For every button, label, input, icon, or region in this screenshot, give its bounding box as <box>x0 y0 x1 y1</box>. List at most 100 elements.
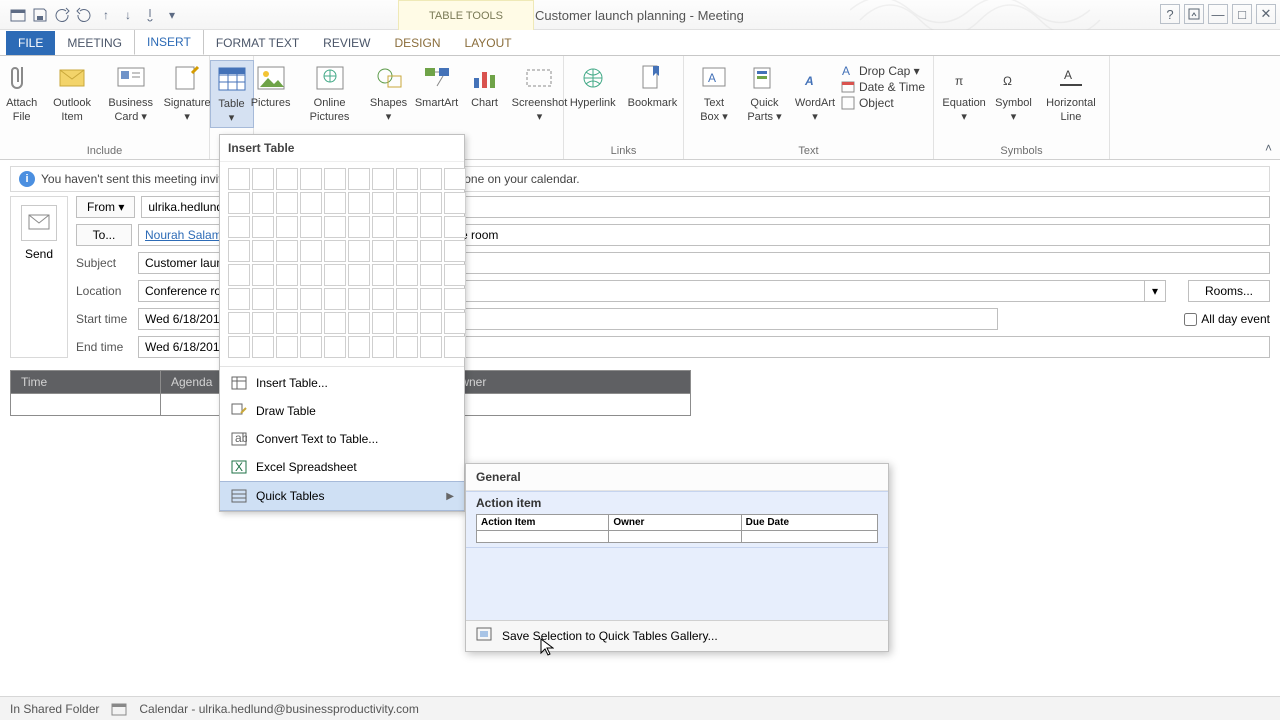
table-grid-picker[interactable] <box>220 162 464 364</box>
grid-cell[interactable] <box>228 216 250 238</box>
dropcap-button[interactable]: ADrop Cap ▾ <box>841 64 925 78</box>
insert-table-item[interactable]: Insert Table... <box>220 369 464 397</box>
grid-cell[interactable] <box>372 288 394 310</box>
qat-down-icon[interactable]: ↓ <box>120 7 136 23</box>
ribbon-options-icon[interactable] <box>1184 4 1204 24</box>
textbox-button[interactable]: AText Box ▾ <box>692 60 736 126</box>
grid-cell[interactable] <box>420 192 442 214</box>
grid-cell[interactable] <box>276 288 298 310</box>
qat-touch-icon[interactable] <box>142 7 158 23</box>
table-button[interactable]: Table ▾ <box>210 60 254 128</box>
grid-cell[interactable] <box>396 168 418 190</box>
from-button[interactable]: From ▾ <box>76 196 135 218</box>
grid-cell[interactable] <box>348 288 370 310</box>
grid-cell[interactable] <box>228 264 250 286</box>
qat-undo-icon[interactable] <box>54 7 70 23</box>
grid-cell[interactable] <box>396 288 418 310</box>
grid-cell[interactable] <box>444 312 466 334</box>
quick-table-preview[interactable]: Action item Action Item Owner Due Date <box>466 491 888 548</box>
grid-cell[interactable] <box>420 312 442 334</box>
tab-insert[interactable]: INSERT <box>134 29 204 55</box>
grid-cell[interactable] <box>348 216 370 238</box>
draw-table-item[interactable]: Draw Table <box>220 397 464 425</box>
quick-tables-item[interactable]: Quick Tables▶ <box>220 481 464 511</box>
wordart-button[interactable]: AWordArt ▾ <box>793 60 837 126</box>
grid-cell[interactable] <box>252 216 274 238</box>
grid-cell[interactable] <box>348 168 370 190</box>
attach-file-button[interactable]: Attach File <box>0 60 44 126</box>
qat-calendar-icon[interactable] <box>10 7 26 23</box>
grid-cell[interactable] <box>396 312 418 334</box>
screenshot-button[interactable]: Screenshot ▾ <box>511 60 569 126</box>
symbol-button[interactable]: ΩSymbol ▾ <box>992 60 1036 126</box>
chart-button[interactable]: Chart <box>463 60 507 112</box>
online-pictures-button[interactable]: Online Pictures <box>297 60 363 126</box>
equation-button[interactable]: πEquation ▾ <box>941 60 988 126</box>
grid-cell[interactable] <box>252 264 274 286</box>
grid-cell[interactable] <box>276 264 298 286</box>
grid-cell[interactable] <box>444 336 466 358</box>
grid-cell[interactable] <box>444 288 466 310</box>
save-to-gallery-item[interactable]: Save Selection to Quick Tables Gallery..… <box>466 620 888 651</box>
grid-cell[interactable] <box>348 336 370 358</box>
grid-cell[interactable] <box>420 240 442 262</box>
business-card-button[interactable]: Business Card ▾ <box>100 60 160 126</box>
all-day-checkbox[interactable] <box>1184 313 1197 326</box>
grid-cell[interactable] <box>396 192 418 214</box>
grid-cell[interactable] <box>300 312 322 334</box>
grid-cell[interactable] <box>348 240 370 262</box>
grid-cell[interactable] <box>324 216 346 238</box>
signature-button[interactable]: Signature ▾ <box>165 60 209 126</box>
pictures-button[interactable]: Pictures <box>249 60 293 112</box>
grid-cell[interactable] <box>372 216 394 238</box>
tab-review[interactable]: REVIEW <box>311 31 382 55</box>
hyperlink-button[interactable]: Hyperlink <box>566 60 620 112</box>
grid-cell[interactable] <box>300 168 322 190</box>
grid-cell[interactable] <box>252 336 274 358</box>
convert-text-item[interactable]: abConvert Text to Table... <box>220 425 464 453</box>
send-button[interactable] <box>21 205 57 241</box>
grid-cell[interactable] <box>252 168 274 190</box>
grid-cell[interactable] <box>444 240 466 262</box>
grid-cell[interactable] <box>372 192 394 214</box>
qat-up-icon[interactable]: ↑ <box>98 7 114 23</box>
tab-file[interactable]: FILE <box>6 31 55 55</box>
grid-cell[interactable] <box>420 264 442 286</box>
datetime-button[interactable]: Date & Time <box>841 80 925 94</box>
grid-cell[interactable] <box>300 240 322 262</box>
grid-cell[interactable] <box>396 216 418 238</box>
grid-cell[interactable] <box>420 168 442 190</box>
location-dropdown-icon[interactable]: ▾ <box>1144 280 1166 302</box>
grid-cell[interactable] <box>276 216 298 238</box>
maximize-icon[interactable]: □ <box>1232 4 1252 24</box>
grid-cell[interactable] <box>420 216 442 238</box>
grid-cell[interactable] <box>396 240 418 262</box>
tab-layout[interactable]: LAYOUT <box>453 31 524 55</box>
grid-cell[interactable] <box>276 336 298 358</box>
grid-cell[interactable] <box>324 288 346 310</box>
grid-cell[interactable] <box>396 264 418 286</box>
horizontal-line-button[interactable]: AHorizontal Line <box>1040 60 1103 126</box>
collapse-ribbon-icon[interactable]: ˄ <box>1265 141 1272 155</box>
grid-cell[interactable] <box>324 168 346 190</box>
grid-cell[interactable] <box>276 312 298 334</box>
grid-cell[interactable] <box>228 168 250 190</box>
smartart-button[interactable]: SmartArt <box>415 60 459 112</box>
grid-cell[interactable] <box>324 312 346 334</box>
grid-cell[interactable] <box>300 288 322 310</box>
help-icon[interactable]: ? <box>1160 4 1180 24</box>
close-icon[interactable]: ✕ <box>1256 4 1276 24</box>
grid-cell[interactable] <box>228 312 250 334</box>
grid-cell[interactable] <box>252 192 274 214</box>
grid-cell[interactable] <box>228 288 250 310</box>
grid-cell[interactable] <box>276 240 298 262</box>
rooms-button[interactable]: Rooms... <box>1188 280 1270 302</box>
grid-cell[interactable] <box>228 336 250 358</box>
to-button[interactable]: To... <box>76 224 132 246</box>
grid-cell[interactable] <box>372 336 394 358</box>
grid-cell[interactable] <box>300 336 322 358</box>
grid-cell[interactable] <box>396 336 418 358</box>
tab-format-text[interactable]: FORMAT TEXT <box>204 31 311 55</box>
grid-cell[interactable] <box>276 192 298 214</box>
excel-spreadsheet-item[interactable]: XExcel Spreadsheet <box>220 453 464 481</box>
